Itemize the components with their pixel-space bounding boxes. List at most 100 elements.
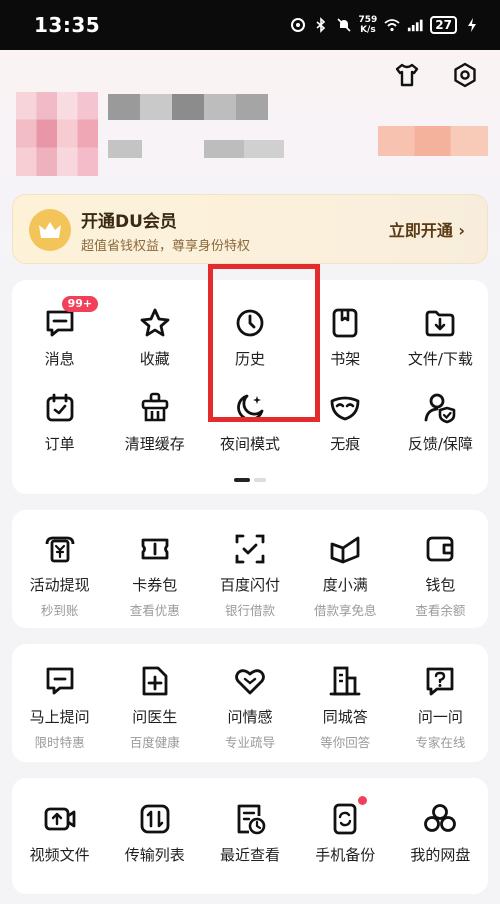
feature-label: 书架 (330, 350, 361, 368)
service-ask-doctor[interactable]: 问医生 百度健康 (107, 664, 202, 751)
services-card: 马上提问 限时特惠 问医生 百度健康 问情感 专业疏导 同城答 等你回答 问一问… (12, 644, 488, 762)
crown-icon (29, 209, 71, 251)
feature-feedback[interactable]: 反馈/保障 (393, 391, 488, 454)
service-label: 同城答 (322, 708, 368, 726)
tool-transfer-list[interactable]: 传输列表 (107, 802, 202, 865)
tshirt-icon[interactable] (394, 62, 420, 88)
feature-label: 无痕 (330, 435, 361, 453)
finance-sublabel: 查看优惠 (129, 603, 180, 618)
highlight-box (208, 264, 320, 422)
finance-duxiaoman[interactable]: 度小满 借款享免息 (298, 532, 393, 619)
clean-cache-icon (141, 392, 169, 422)
tool-phone-backup[interactable]: 手机备份 (298, 796, 393, 865)
finance-cash-withdraw[interactable]: 活动提现 秒到账 (12, 532, 107, 619)
video-upload-icon (44, 807, 75, 831)
vip-banner[interactable]: 开通DU会员 超值省钱权益，尊享身份特权 立即开通 › (12, 194, 488, 264)
vip-open-button[interactable]: 立即开通 › (389, 217, 465, 241)
wallet-icon (426, 536, 454, 562)
star-icon (140, 308, 170, 337)
feature-clean-cache[interactable]: 清理缓存 (107, 391, 202, 454)
duxiaoman-icon (330, 536, 360, 564)
tools-card: 视频文件 传输列表 最近查看 手机备份 我的网盘 (12, 778, 488, 894)
netdisk-icon (424, 804, 457, 832)
feature-messages[interactable]: 99+ 消息 (12, 296, 107, 369)
user-info-redacted-2 (204, 140, 284, 158)
ask-icon (46, 667, 73, 695)
tool-label: 手机备份 (315, 846, 376, 864)
service-sublabel: 限时特惠 (34, 735, 85, 750)
bookshelf-icon (332, 308, 358, 338)
finance-label: 活动提现 (29, 576, 90, 594)
service-sublabel: 专业疏导 (224, 735, 275, 750)
finance-sublabel: 查看余额 (415, 603, 466, 618)
order-icon (46, 393, 73, 422)
service-label: 问情感 (227, 708, 273, 726)
page-dot (254, 478, 266, 482)
alarm-icon (290, 18, 305, 32)
service-ask-now[interactable]: 马上提问 限时特惠 (12, 664, 107, 751)
recent-doc-icon (237, 804, 266, 835)
backup-red-dot (358, 796, 368, 805)
feature-downloads[interactable]: 文件/下载 (393, 306, 488, 369)
feature-orders[interactable]: 订单 (12, 391, 107, 454)
tool-label: 我的网盘 (410, 846, 471, 864)
net-speed: 759 K/s (359, 15, 378, 35)
heart-icon (235, 669, 265, 695)
status-icons: 759 K/s 27 (290, 15, 481, 35)
cash-withdraw-icon (45, 536, 74, 563)
user-info-redacted (108, 140, 142, 158)
mask-icon (330, 396, 360, 421)
feature-label: 清理缓存 (124, 435, 185, 453)
page-indicator (234, 478, 266, 482)
service-sublabel: 百度健康 (129, 735, 180, 750)
page-dot-active (234, 478, 250, 482)
service-city-answer[interactable]: 同城答 等你回答 (298, 664, 393, 751)
feature-label: 夜间模式 (219, 435, 280, 453)
feature-label: 订单 (44, 435, 75, 453)
feature-label: 收藏 (139, 350, 170, 368)
service-label: 问医生 (132, 708, 178, 726)
feature-label: 反馈/保障 (407, 435, 473, 453)
user-badge-redacted (378, 126, 488, 156)
settings-hex-icon[interactable] (452, 62, 478, 88)
battery-level: 27 (430, 16, 457, 34)
feedback-shield-icon (424, 393, 456, 424)
net-speed-value: 759 (358, 15, 378, 25)
tool-recent[interactable]: 最近查看 (202, 802, 297, 865)
header-actions (394, 62, 478, 88)
service-label: 问一问 (417, 708, 463, 726)
avatar[interactable] (16, 92, 98, 176)
tool-netdisk[interactable]: 我的网盘 (393, 802, 488, 865)
finance-label: 卡券包 (132, 576, 178, 594)
service-ask-one[interactable]: 问一问 专家在线 (393, 664, 488, 751)
feature-favorites[interactable]: 收藏 (107, 306, 202, 369)
finance-sublabel: 借款享免息 (313, 603, 377, 618)
username-redacted (108, 94, 268, 120)
status-bar: 13:35 759 K/s 27 (0, 0, 500, 50)
net-speed-unit: K/s (360, 25, 376, 35)
message-badge: 99+ (61, 296, 99, 312)
mute-icon (336, 18, 351, 32)
wifi-icon (384, 19, 400, 32)
quick-pay-icon (235, 534, 265, 564)
coupon-icon (141, 538, 169, 560)
status-time: 13:35 (34, 13, 101, 37)
finance-coupons[interactable]: 卡券包 查看优惠 (107, 532, 202, 619)
vip-title: 开通DU会员 (81, 212, 177, 232)
finance-sublabel: 银行借款 (224, 603, 275, 618)
tool-video-files[interactable]: 视频文件 (12, 802, 107, 865)
transfer-icon (140, 804, 170, 834)
service-sublabel: 专家在线 (415, 735, 466, 750)
tool-label: 视频文件 (29, 846, 90, 864)
tool-label: 最近查看 (219, 846, 280, 864)
finance-label: 钱包 (425, 576, 456, 594)
finance-label: 度小满 (322, 576, 368, 594)
service-ask-emotion[interactable]: 问情感 专业疏导 (202, 664, 297, 751)
feature-label: 文件/下载 (407, 350, 473, 368)
finance-quick-pay[interactable]: 百度闪付 银行借款 (202, 532, 297, 619)
signal-icon (408, 19, 423, 32)
bluetooth-icon (315, 17, 325, 33)
finance-wallet[interactable]: 钱包 查看余额 (393, 532, 488, 619)
phone-backup-icon (333, 803, 357, 835)
feature-label: 消息 (44, 350, 75, 368)
